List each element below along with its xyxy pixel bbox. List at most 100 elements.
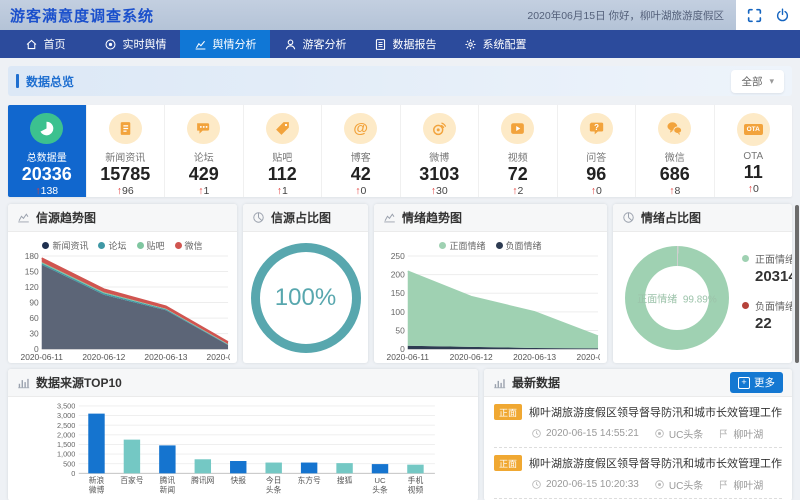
total-icon [30, 113, 63, 144]
up-arrow-icon: ↑ [591, 185, 596, 197]
svg-text:2020-06-11: 2020-06-11 [387, 352, 430, 362]
stat-card-tieba[interactable]: 贴吧112↑1 [244, 105, 323, 197]
stat-card-video[interactable]: 视频72↑2 [479, 105, 558, 197]
legend-item[interactable]: 贴吧 [137, 239, 165, 252]
sentiment-badge: 正面 [494, 455, 522, 471]
news-site: 柳叶湖 [718, 477, 763, 492]
news-item[interactable]: 正面柳叶湖旅游度假区领导督导防汛和城市长效管理工作2020-06-15 10:2… [494, 448, 782, 499]
stat-label: 视频 [508, 149, 528, 164]
news-item[interactable]: 正面柳叶湖旅游度假区领导督导防汛和城市长效管理工作2020-06-15 14:5… [494, 397, 782, 448]
analysis-icon [194, 38, 207, 51]
svg-text:2,000: 2,000 [57, 430, 75, 439]
svg-text:搜狐: 搜狐 [337, 475, 353, 485]
up-arrow-icon: ↑ [35, 185, 40, 197]
main-nav: 首页实时舆情 舆情分析游客分析 数据报告系统配置 [0, 30, 800, 58]
stat-delta: ↑0 [355, 185, 366, 197]
fullscreen-icon[interactable] [747, 8, 762, 23]
stat-value: 96 [586, 164, 606, 185]
video-icon [501, 113, 534, 144]
legend-item[interactable]: 论坛 [98, 239, 126, 252]
stat-delta: ↑1 [198, 185, 209, 197]
panel-title: 情绪占比图 [641, 209, 701, 226]
news-time: 2020-06-15 14:55:21 [531, 428, 639, 439]
more-button[interactable]: + 更多 [730, 372, 783, 393]
emotion-trend-chart: 0501001502002502020-06-112020-06-122020-… [381, 252, 600, 363]
legend-label: 贴吧 [147, 239, 165, 252]
stat-card-forum[interactable]: 论坛429↑1 [165, 105, 244, 197]
stat-delta: ↑0 [748, 183, 759, 195]
svg-text:2020-06-13: 2020-06-13 [144, 352, 187, 362]
site-flag-icon [718, 479, 729, 490]
emotion-legend-block: 正面情绪20314 [742, 251, 792, 285]
source-trend-chart: 03060901201501802020-06-112020-06-122020… [15, 252, 230, 363]
report-icon [374, 38, 387, 51]
stat-label: 新闻资讯 [105, 149, 145, 164]
svg-text:90: 90 [29, 298, 39, 308]
legend-item[interactable]: 新闻资讯 [42, 239, 88, 252]
stat-label: 微信 [665, 149, 685, 164]
nav-item-label: 舆情分析 [213, 36, 257, 52]
news-title[interactable]: 柳叶湖旅游度假区领导督导防汛和城市长效管理工作 [529, 455, 782, 471]
nav-item-visitor[interactable]: 游客分析 [270, 30, 360, 58]
stats-row: 总数据量20336↑138新闻资讯15785↑96论坛429↑1贴吧112↑1@… [8, 105, 792, 197]
legend-label: 负面情绪 [506, 239, 542, 252]
news-list: 正面柳叶湖旅游度假区领导督导防汛和城市长效管理工作2020-06-15 14:5… [484, 397, 792, 500]
ota-icon: OTA [737, 113, 770, 146]
stat-label: 微博 [429, 149, 449, 164]
svg-text:100: 100 [391, 307, 405, 317]
stat-card-blog[interactable]: @博客42↑0 [322, 105, 401, 197]
svg-text:150: 150 [391, 288, 405, 298]
legend-item[interactable]: 正面情绪 [439, 239, 485, 252]
svg-text:2020-06-12: 2020-06-12 [450, 352, 493, 362]
svg-text:今日: 今日 [266, 475, 282, 485]
scrollbar-thumb[interactable] [795, 205, 799, 363]
panel-title: 情绪趋势图 [402, 209, 462, 226]
pie-chart-icon [622, 211, 635, 224]
stat-delta: ↑96 [117, 185, 134, 197]
legend-dot [496, 242, 503, 249]
date-greeting: 2020年06月15日 你好，柳叶湖旅游度假区 [527, 8, 724, 23]
site-flag-icon [718, 428, 729, 439]
legend-value: 20314 [755, 268, 792, 285]
news-title[interactable]: 柳叶湖旅游度假区领导督导防汛和城市长效管理工作 [529, 404, 782, 420]
latest-panel: 最新数据 + 更多 正面柳叶湖旅游度假区领导督导防汛和城市长效管理工作2020-… [484, 369, 792, 500]
stat-card-news[interactable]: 新闻资讯15785↑96 [87, 105, 166, 197]
stat-value: 686 [660, 164, 690, 185]
svg-text:250: 250 [391, 252, 405, 261]
svg-text:1,500: 1,500 [57, 440, 75, 449]
donut-center-value: 99.89% [683, 294, 717, 305]
svg-text:东方号: 东方号 [297, 475, 321, 485]
legend-item[interactable]: 负面情绪 [496, 239, 542, 252]
forum-icon [187, 113, 220, 144]
stat-value: 15785 [100, 164, 150, 185]
svg-text:2020-06-12: 2020-06-12 [82, 352, 125, 362]
filter-select[interactable]: 全部 ▾ [731, 70, 784, 93]
clock-icon [531, 479, 542, 490]
svg-text:新浪: 新浪 [89, 475, 105, 485]
stat-card-wechat[interactable]: 微信686↑8 [636, 105, 715, 197]
nav-item-report[interactable]: 数据报告 [360, 30, 450, 58]
svg-text:200: 200 [391, 270, 405, 280]
power-icon[interactable] [775, 8, 790, 23]
legend-dot [42, 242, 49, 249]
stat-card-weibo[interactable]: 微博3103↑30 [401, 105, 480, 197]
panel-title: 最新数据 [512, 374, 560, 391]
svg-text:2020-06-14: 2020-06-14 [207, 352, 230, 362]
more-label: 更多 [754, 375, 775, 390]
nav-item-analysis[interactable]: 舆情分析 [180, 30, 270, 58]
svg-text:3,000: 3,000 [57, 411, 75, 420]
nav-item-label: 数据报告 [393, 36, 437, 52]
nav-item-settings[interactable]: 系统配置 [450, 30, 540, 58]
nav-item-home[interactable]: 首页 [0, 30, 90, 58]
stat-value: 20336 [22, 164, 72, 185]
legend-item[interactable]: 微信 [175, 239, 203, 252]
stat-card-ota[interactable]: OTAOTA11↑0 [715, 105, 793, 197]
svg-text:手机: 手机 [408, 475, 424, 485]
source-share-panel: 信源占比图 100% [243, 204, 368, 363]
stat-card-qa[interactable]: ?问答96↑0 [558, 105, 637, 197]
nav-item-realtime[interactable]: 实时舆情 [90, 30, 180, 58]
stat-delta: ↑30 [431, 185, 448, 197]
top10-chart: 05001,0001,5002,0002,5003,0003,500新浪微博百家… [17, 399, 469, 500]
stat-delta: ↑8 [669, 185, 680, 197]
stat-card-total[interactable]: 总数据量20336↑138 [8, 105, 87, 197]
